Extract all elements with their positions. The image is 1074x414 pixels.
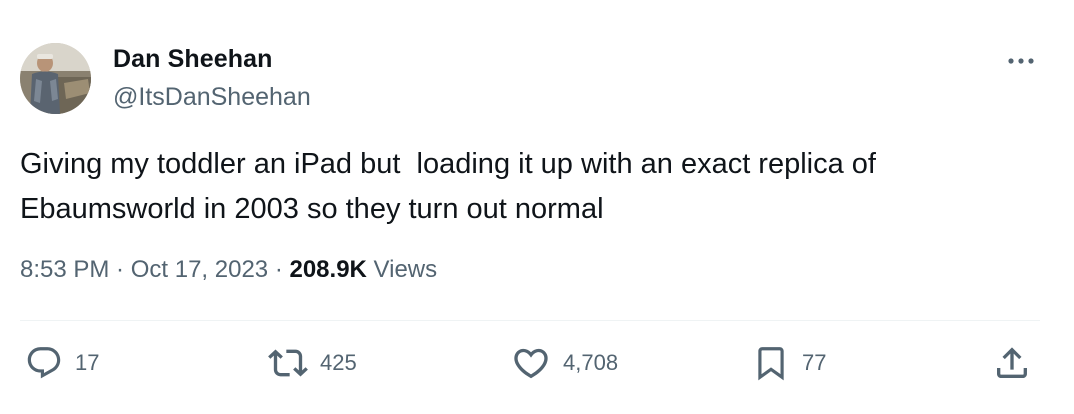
meta-separator: · [268,256,290,283]
ellipsis-icon [1008,58,1034,64]
tweet-card: Dan Sheehan @ItsDanSheehan Giving my tod… [0,0,1074,414]
heart-icon [514,348,548,379]
meta-separator: · [109,256,131,283]
author-handle[interactable]: @ItsDanSheehan [113,83,311,112]
avatar[interactable] [20,43,91,114]
bookmark-count: 77 [802,350,827,375]
action-bar: 17 425 4,708 77 [0,340,1074,386]
bookmark-button[interactable]: 77 [752,340,826,386]
retweet-icon [268,349,308,377]
share-button[interactable] [992,340,1032,386]
divider [20,320,1040,321]
like-button[interactable]: 4,708 [511,340,618,386]
retweet-count: 425 [320,350,357,375]
avatar-photo [20,43,91,114]
reply-count: 17 [75,350,100,375]
more-options-button[interactable] [1003,49,1039,73]
views-label: Views [366,256,438,283]
reply-icon [27,347,61,379]
like-count: 4,708 [563,350,619,375]
reply-button[interactable]: 17 [25,340,99,386]
bookmark-icon [758,347,784,381]
tweet-text: Giving my toddler an iPad but loading it… [20,148,876,225]
views-count[interactable]: 208.9K [289,256,366,283]
share-icon [997,347,1027,378]
tweet-meta: 8:53 PM · Oct 17, 2023 · 208.9K Views [20,256,437,284]
tweet-time[interactable]: 8:53 PM [20,256,109,283]
tweet-date[interactable]: Oct 17, 2023 [131,256,268,283]
author-name[interactable]: Dan Sheehan [113,45,272,74]
retweet-button[interactable]: 425 [268,340,357,386]
